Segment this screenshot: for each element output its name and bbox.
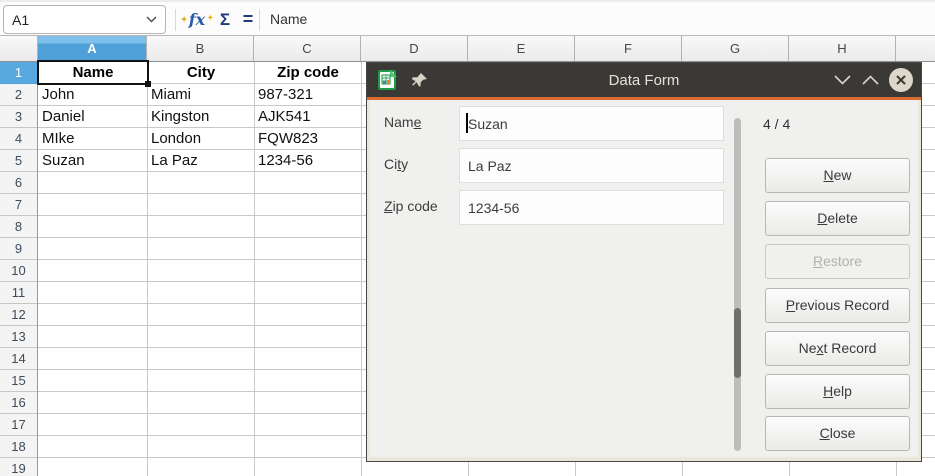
row-header[interactable]: 7 [0, 194, 37, 216]
record-counter: 4 / 4 [763, 116, 790, 132]
cell-b2[interactable]: Miami [148, 84, 253, 106]
close-icon [895, 74, 907, 86]
row-header[interactable]: 3 [0, 106, 37, 128]
row-header[interactable]: 2 [0, 84, 37, 106]
column-header-b[interactable]: B [147, 36, 254, 61]
data-form-dialog: Data Form Name [366, 62, 922, 462]
delete-button[interactable]: Delete [765, 201, 910, 236]
cell-b3[interactable]: Kingston [148, 106, 253, 128]
close-button[interactable]: Close [765, 416, 910, 451]
cell-a5[interactable]: Suzan [39, 150, 146, 172]
cell-a4[interactable]: MIke [39, 128, 146, 150]
row-header[interactable]: 17 [0, 414, 37, 436]
cell-reference-value: A1 [12, 12, 146, 28]
close-dialog-button[interactable] [889, 68, 913, 92]
cell-a1[interactable]: Name [39, 62, 147, 84]
row-header[interactable]: 13 [0, 326, 37, 348]
grid-vline [361, 62, 362, 476]
zipcode-field-row: Zip code [384, 190, 726, 225]
zipcode-field-input[interactable] [459, 190, 724, 225]
label-mnemonic: e [414, 114, 422, 130]
new-button[interactable]: New [765, 158, 910, 193]
city-field-label: City [384, 148, 459, 183]
column-header-f[interactable]: F [575, 36, 682, 61]
function-wizard-icon: fx [189, 10, 205, 29]
column-header-a[interactable]: A [38, 36, 147, 61]
formula-equals-icon[interactable]: = [238, 6, 258, 32]
label-text: Nam [384, 114, 414, 130]
row-header[interactable]: 16 [0, 392, 37, 414]
help-button[interactable]: Help [765, 374, 910, 409]
name-field-row: Name [384, 106, 726, 141]
dialog-scrollbar[interactable] [734, 118, 741, 451]
row-header[interactable]: 19 [0, 458, 37, 476]
row-header[interactable]: 6 [0, 172, 37, 194]
row-header[interactable]: 18 [0, 436, 37, 458]
next-record-button[interactable]: Next Record [765, 331, 910, 366]
cell-c5[interactable]: 1234-56 [255, 150, 360, 172]
name-field-label: Name [384, 106, 459, 141]
cell-b1[interactable]: City [148, 62, 254, 84]
row-header[interactable]: 12 [0, 304, 37, 326]
column-header-d[interactable]: D [361, 36, 468, 61]
cell-c1[interactable]: Zip code [255, 62, 361, 84]
zipcode-field-label: Zip code [384, 190, 459, 225]
function-wizard-button[interactable]: fx [183, 7, 211, 33]
city-field-row: City [384, 148, 726, 183]
restore-button[interactable]: Restore [765, 244, 910, 279]
form-fields: Name City Zip code [384, 106, 726, 232]
text-cursor [466, 113, 468, 133]
previous-record-button[interactable]: Previous Record [765, 288, 910, 323]
calc-document-icon [376, 69, 398, 91]
cell-c3[interactable]: AJK541 [255, 106, 360, 128]
column-header-g[interactable]: G [682, 36, 789, 61]
cell-b4[interactable]: London [148, 128, 253, 150]
column-header-h[interactable]: H [789, 36, 896, 61]
column-headers: A B C D E F G H [0, 36, 935, 62]
chevron-up-icon[interactable] [861, 74, 880, 86]
cell-reference-box[interactable]: A1 [3, 5, 166, 34]
row-header[interactable]: 4 [0, 128, 37, 150]
dialog-titlebar[interactable]: Data Form [367, 63, 921, 97]
row-header[interactable]: 15 [0, 370, 37, 392]
scrollbar-thumb[interactable] [734, 308, 741, 378]
label-text: Ci [384, 156, 397, 172]
label-text: y [401, 156, 408, 172]
cell-a3[interactable]: Daniel [39, 106, 146, 128]
pin-icon[interactable] [411, 72, 428, 89]
cell-b5[interactable]: La Paz [148, 150, 253, 172]
label-mnemonic: Z [384, 198, 393, 214]
name-box-dropdown-icon[interactable] [146, 16, 157, 23]
row-header[interactable]: 5 [0, 150, 37, 172]
cell-a2[interactable]: John [39, 84, 146, 106]
row-header[interactable]: 10 [0, 260, 37, 282]
name-field-input[interactable] [459, 106, 724, 141]
column-header-c[interactable]: C [254, 36, 361, 61]
formula-input-line[interactable]: Name [270, 2, 307, 38]
toolbar-separator [259, 9, 260, 31]
row-header[interactable]: 9 [0, 238, 37, 260]
label-text: ip code [393, 198, 438, 214]
cell-c4[interactable]: FQW823 [255, 128, 360, 150]
sum-icon[interactable]: Σ [214, 7, 236, 33]
city-field-input[interactable] [459, 148, 724, 183]
row-header[interactable]: 8 [0, 216, 37, 238]
chevron-down-icon[interactable] [833, 74, 852, 86]
cell-c2[interactable]: 987-321 [255, 84, 360, 106]
toolbar-separator [175, 9, 176, 31]
row-headers: 12345678910111213141516171819 [0, 62, 38, 476]
row-header[interactable]: 1 [0, 62, 37, 84]
select-all-corner[interactable] [0, 36, 38, 61]
formula-bar: A1 fx Σ = Name [0, 0, 935, 36]
column-header-partial [896, 36, 935, 61]
row-header[interactable]: 11 [0, 282, 37, 304]
dialog-body: Name City Zip code [370, 100, 918, 457]
column-header-e[interactable]: E [468, 36, 575, 61]
row-header[interactable]: 14 [0, 348, 37, 370]
